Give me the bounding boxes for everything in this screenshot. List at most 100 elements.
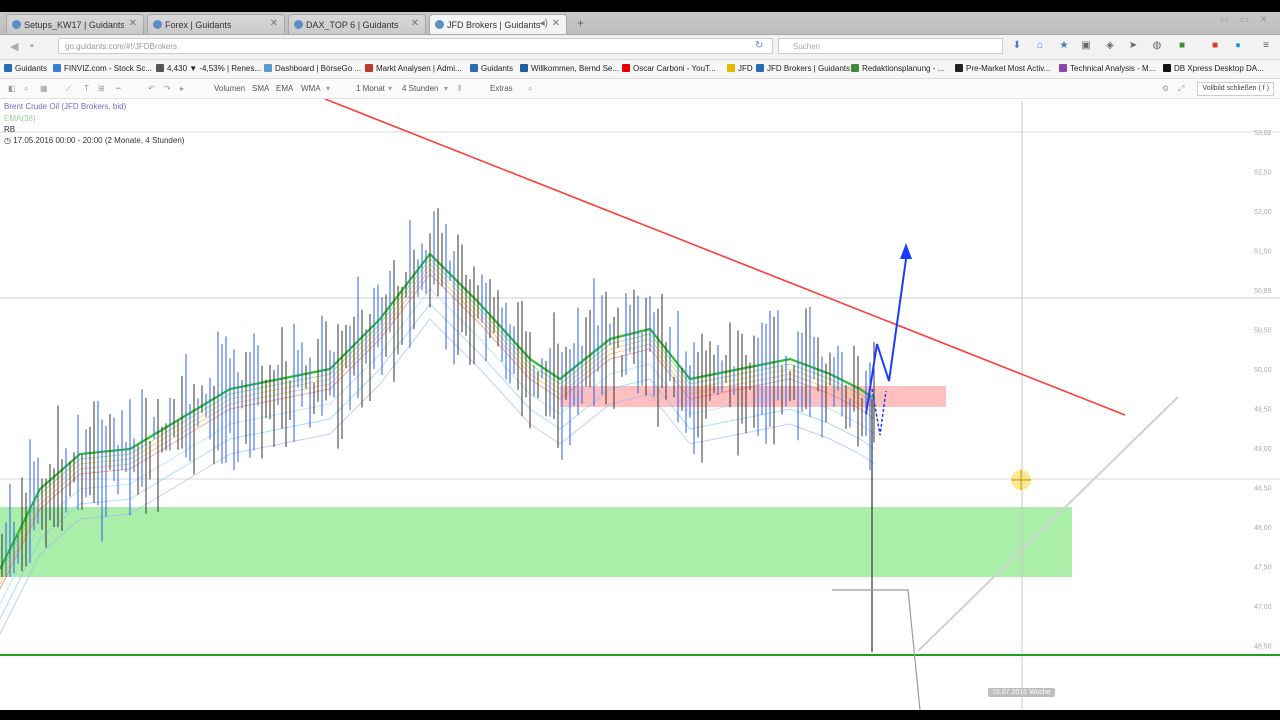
rb-label: RB [4,125,16,134]
price-axis-label: 47,50 [1254,565,1272,572]
bookmark-favicon-icon [264,64,272,72]
chevron-down-icon[interactable]: ▾ [388,84,392,93]
wma-button[interactable]: WMA [301,84,321,93]
menu-icon[interactable]: ≡ [1260,40,1272,52]
ema-line [0,318,876,635]
speaker-icon[interactable]: ◂) [540,18,548,29]
screenshot-icon[interactable]: ▣ [1080,40,1092,52]
maximize-icon[interactable]: ▭ [1240,14,1249,25]
home-icon[interactable]: ⌂ [1034,40,1046,52]
bookmark-item[interactable]: Pre-Market Most Activ... [955,64,1050,73]
close-window-icon[interactable]: ✕ [1260,14,1268,25]
exit-fullscreen-button[interactable]: Vollbild schließen ( f ) [1197,82,1274,96]
tab-label: Forex | Guidants [165,20,232,30]
text-tool-icon[interactable]: T [84,84,89,93]
new-tab-button[interactable]: + [577,16,584,30]
crosshair-date-badge: 15.07.2016 Woche [988,688,1055,697]
price-axis-label: 50,00 [1254,367,1272,374]
bookmark-item[interactable]: 4,430 ▼ -4,53% | Renes... [156,64,261,73]
bookmark-label: Oscar Carboni - YouT... [633,64,716,73]
bookmark-item[interactable]: Oscar Carboni - YouT... [622,64,716,73]
period-label: ◷ 17.05.2016 00:00 - 20:00 (2 Monate, 4 … [4,136,185,145]
bookmark-label: Redaktionsplanung - ... [862,64,945,73]
top-black-strip [0,0,1280,12]
search-icon[interactable]: ⌕ [528,84,532,94]
close-icon[interactable]: ✕ [552,18,560,29]
bookmark-item[interactable]: Technical Analysis - M... [1059,64,1155,73]
skype-icon[interactable]: ● [1232,40,1244,52]
sma-button[interactable]: SMA [252,84,269,93]
price-chart[interactable]: 53,02 52,50 52,00 51,50 50,89 50,50 50,00 49,50… [0,99,1280,710]
bookmark-item[interactable]: Redaktionsplanung - ... [851,64,944,73]
bookmark-item[interactable]: Willkommen, Bernd Se... [520,64,619,73]
minimize-icon[interactable]: ▭ [1220,14,1229,25]
chevron-down-icon[interactable]: ▾ [444,84,448,93]
tab-forex[interactable]: Forex | Guidants ✕ [147,14,285,34]
extension-icon[interactable]: ■ [1176,40,1188,52]
address-bar[interactable]: go.guidants.com/#!/JFDBrokers [58,38,773,54]
send-icon[interactable]: ➤ [1127,40,1139,52]
range-select[interactable]: 1 Monat [356,84,385,93]
ema-button[interactable]: EMA [276,84,293,93]
home-icon[interactable]: ▪ [30,40,34,52]
line-style-icon[interactable]: ┅ [116,84,121,93]
zoom-icon[interactable]: ⌕ [24,84,28,94]
close-icon[interactable]: ✕ [129,18,137,29]
trendline[interactable] [324,99,1126,416]
bookmark-star-icon[interactable]: ★ [1058,40,1070,52]
fib-tool-icon[interactable]: ⊞ [98,84,105,93]
bookmark-item[interactable]: Guidants [470,64,513,73]
support-zone [0,507,1072,577]
redo-icon[interactable]: ↷ [164,84,171,93]
play-icon[interactable]: ▸ [180,84,184,93]
browser-window: Setups_KW17 | Guidants ✕ Forex | Guidant… [0,0,1280,720]
volume-button[interactable]: Volumen [214,84,245,93]
reload-icon[interactable]: ↻ [755,40,763,51]
interval-select[interactable]: 4 Stunden [402,84,438,93]
pocket-icon[interactable]: ◈ [1104,40,1116,52]
price-axis-label: 52,00 [1254,209,1272,216]
extras-menu[interactable]: Extras [490,84,513,93]
settings-icon[interactable]: ⚙ [1162,84,1169,93]
bookmark-favicon-icon [1163,64,1171,72]
chart-toolbar: ◧ ⌕ ▦ ⟋ T ⊞ ┅ ↶ ↷ ▸ Volumen SMA EMA WMA … [0,79,1280,99]
tab-dax-top6[interactable]: DAX_TOP 6 | Guidants ✕ [288,14,426,34]
search-input[interactable]: Suchen [778,38,1003,54]
url-text: go.guidants.com/#!/JFDBrokers [65,42,178,51]
expand-icon[interactable]: ⤢ [1178,84,1184,94]
tab-jfd-brokers[interactable]: JFD Brokers | Guidants ◂) ✕ [429,14,567,34]
draw-tool-icon[interactable]: ⟋ [66,84,72,94]
download-icon[interactable]: ⬇ [1011,40,1023,52]
bookmark-item[interactable]: JFD [727,64,753,73]
bookmark-item[interactable]: Dashboard | BörseGo ... [264,64,361,73]
candles-icon[interactable]: ⫴ [458,84,461,94]
guidants-favicon-icon [294,20,303,29]
bookmark-item[interactable]: JFD Brokers | Guidants [756,64,850,73]
tab-label: DAX_TOP 6 | Guidants [306,20,399,30]
tab-setups[interactable]: Setups_KW17 | Guidants ✕ [6,14,144,34]
grid-icon[interactable]: ▦ [40,84,48,93]
bookmark-label: JFD [738,64,753,73]
price-axis-label: 49,00 [1254,446,1272,453]
chart-area[interactable]: 53,02 52,50 52,00 51,50 50,89 50,50 50,00 49,50… [0,99,1280,710]
back-icon[interactable]: ◀ [10,40,18,53]
close-icon[interactable]: ✕ [411,18,419,29]
bookmark-favicon-icon [4,64,12,72]
bookmark-item[interactable]: FINVIZ.com - Stock Sc... [53,64,152,73]
close-icon[interactable]: ✕ [270,18,278,29]
bookmark-favicon-icon [851,64,859,72]
chart-type-icon[interactable]: ◧ [8,84,16,93]
bookmark-item[interactable]: Markt Analysen | Admi... [365,64,462,73]
indicator-label: EMA(38) [4,114,36,123]
folder-icon [727,64,735,72]
addon-red-icon[interactable]: ■ [1209,40,1221,52]
undo-icon[interactable]: ↶ [148,84,155,93]
bookmark-label: Guidants [15,64,48,73]
bookmark-item[interactable]: Guidants [4,64,47,73]
bookmark-favicon-icon [156,64,164,72]
chevron-down-icon[interactable]: ▾ [326,84,330,93]
resistance-zone [560,386,946,407]
price-axis-label: 50,89 [1254,288,1272,295]
bookmark-item[interactable]: DB Xpress Desktop DA... [1163,64,1264,73]
globe-icon[interactable]: ◍ [1151,40,1163,52]
